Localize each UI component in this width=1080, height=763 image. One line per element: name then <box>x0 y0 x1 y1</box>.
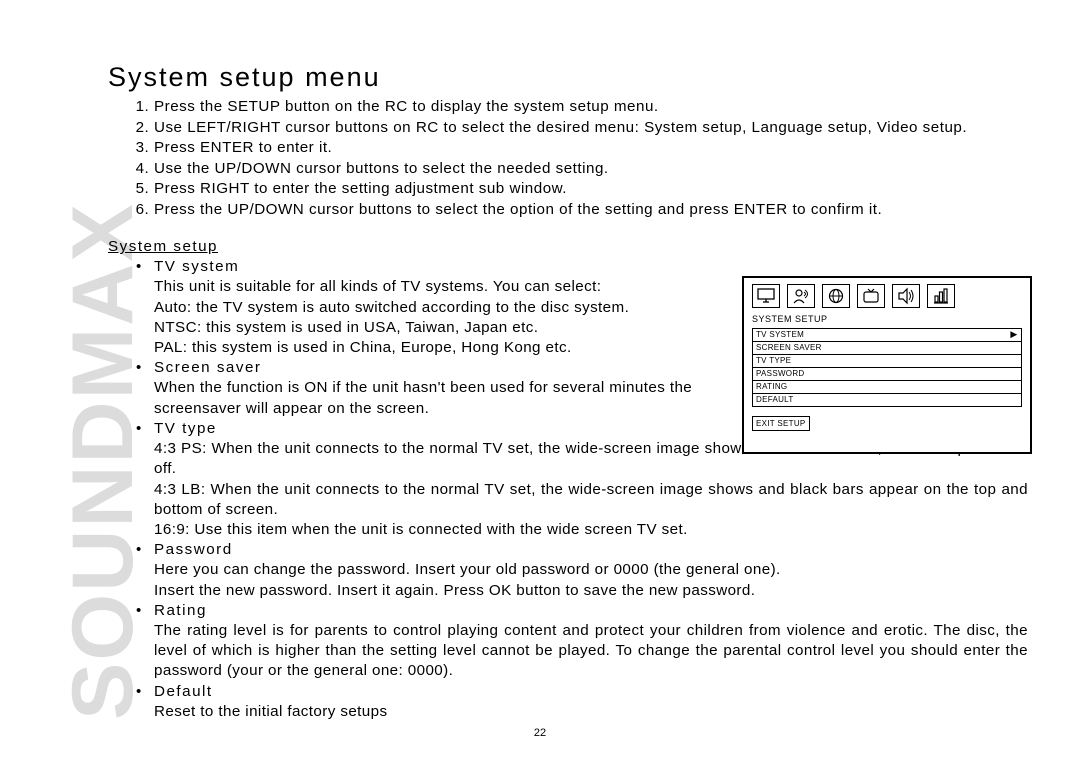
setup-steps: Press the SETUP button on the RC to disp… <box>108 97 1028 220</box>
globe-icon <box>822 284 850 308</box>
item-head: Password <box>154 540 1028 560</box>
arrow-right-icon: ▶ <box>1007 329 1021 341</box>
osd-diagram: SYSTEM SETUP TV SYSTEM▶ SCREEN SAVER TV … <box>742 276 1032 454</box>
page-title: System setup menu <box>108 62 1028 93</box>
step-item: Press RIGHT to enter the setting adjustm… <box>154 179 1028 200</box>
step-item: Press the SETUP button on the RC to disp… <box>154 97 1028 118</box>
step-item: Use the UP/DOWN cursor buttons to select… <box>154 159 1028 180</box>
list-item-password: Password Here you can change the passwor… <box>108 540 1028 601</box>
item-body: When the function is ON if the unit hasn… <box>154 378 712 418</box>
osd-menu: TV SYSTEM▶ SCREEN SAVER TV TYPE PASSWORD… <box>752 328 1022 407</box>
page-number: 22 <box>0 727 1080 739</box>
item-body: 4:3 PS: When the unit connects to the no… <box>154 439 1028 540</box>
list-item-rating: Rating The rating level is for parents t… <box>108 601 1028 682</box>
osd-icon-row <box>744 278 1030 312</box>
step-item: Use LEFT/RIGHT cursor buttons on RC to s… <box>154 118 1028 139</box>
item-body: Here you can change the password. Insert… <box>154 560 1028 600</box>
list-item-default: Default Reset to the initial factory set… <box>108 682 1028 722</box>
item-body: This unit is suitable for all kinds of T… <box>154 277 712 358</box>
osd-exit: EXIT SETUP <box>752 416 810 431</box>
osd-row: RATING <box>753 381 1021 394</box>
tv-icon <box>857 284 885 308</box>
speaker-icon <box>892 284 920 308</box>
osd-row: PASSWORD <box>753 368 1021 381</box>
item-head: Rating <box>154 601 1028 621</box>
person-speak-icon <box>787 284 815 308</box>
item-head: Default <box>154 682 1028 702</box>
osd-title: SYSTEM SETUP <box>744 312 1030 328</box>
step-item: Press the UP/DOWN cursor buttons to sele… <box>154 200 1028 221</box>
osd-row: DEFAULT <box>753 394 1021 406</box>
section-heading: System setup <box>108 238 1028 255</box>
osd-row: TV TYPE <box>753 355 1021 368</box>
osd-row: SCREEN SAVER <box>753 342 1021 355</box>
item-head: TV system <box>154 257 1028 277</box>
digital-icon <box>927 284 955 308</box>
osd-row: TV SYSTEM▶ <box>753 329 1021 342</box>
item-body: The rating level is for parents to contr… <box>154 621 1028 682</box>
step-item: Press ENTER to enter it. <box>154 138 1028 159</box>
item-body: Reset to the initial factory setups <box>154 702 1028 722</box>
monitor-icon <box>752 284 780 308</box>
